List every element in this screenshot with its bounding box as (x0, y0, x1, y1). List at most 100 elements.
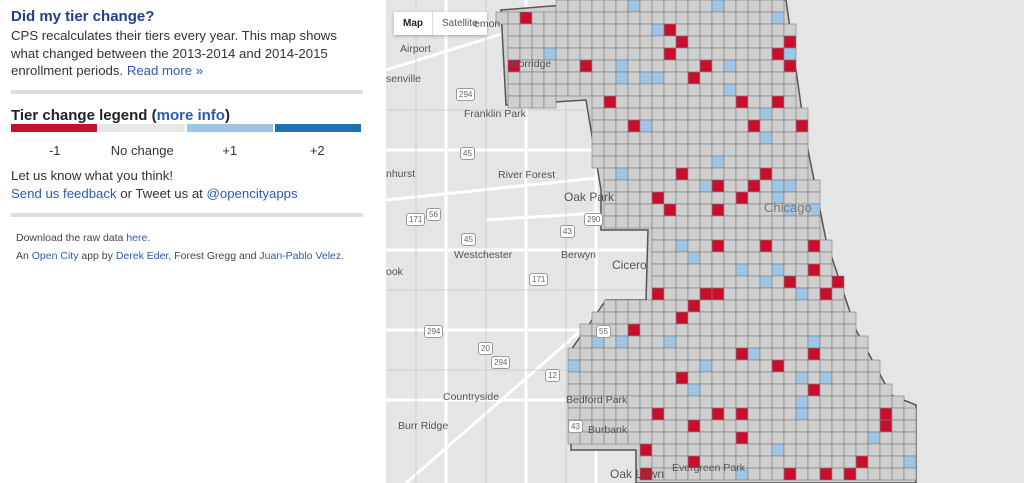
census-tract[interactable] (771, 131, 785, 145)
census-tract[interactable] (555, 71, 569, 85)
census-tract[interactable] (771, 371, 785, 385)
census-tract[interactable] (759, 11, 773, 25)
census-tract[interactable] (783, 275, 797, 289)
census-tract[interactable] (771, 227, 785, 241)
census-tract[interactable] (747, 71, 761, 85)
census-tract[interactable] (795, 431, 809, 445)
census-tract[interactable] (675, 167, 689, 181)
census-tract[interactable] (723, 95, 737, 109)
census-tract[interactable] (615, 299, 629, 313)
census-tract[interactable] (759, 431, 773, 445)
census-tract[interactable] (723, 407, 737, 421)
census-tract[interactable] (699, 119, 713, 133)
census-tract[interactable] (651, 227, 665, 241)
census-tract[interactable] (735, 407, 749, 421)
census-tract[interactable] (711, 347, 725, 361)
census-tract[interactable] (675, 371, 689, 385)
census-tract[interactable] (555, 47, 569, 61)
census-tract[interactable] (699, 239, 713, 253)
census-tract[interactable] (819, 311, 833, 325)
census-tract[interactable] (651, 131, 665, 145)
census-tract[interactable] (807, 407, 821, 421)
census-tract[interactable] (759, 395, 773, 409)
census-tract[interactable] (627, 347, 641, 361)
census-tract[interactable] (771, 179, 785, 193)
census-tract[interactable] (771, 263, 785, 277)
census-tract[interactable] (675, 191, 689, 205)
census-tract[interactable] (867, 419, 881, 433)
census-tract[interactable] (651, 347, 665, 361)
census-tract[interactable] (771, 347, 785, 361)
census-tract[interactable] (783, 455, 797, 469)
census-tract[interactable] (591, 35, 605, 49)
census-tract[interactable] (759, 143, 773, 157)
census-tract[interactable] (627, 143, 641, 157)
census-tract[interactable] (759, 443, 773, 457)
census-tract[interactable] (759, 311, 773, 325)
census-tract[interactable] (663, 59, 677, 73)
census-tract[interactable] (699, 275, 713, 289)
census-tract[interactable] (663, 443, 677, 457)
census-tract[interactable] (783, 95, 797, 109)
census-tract[interactable] (747, 395, 761, 409)
census-tract[interactable] (687, 191, 701, 205)
census-tract[interactable] (675, 419, 689, 433)
census-tract[interactable] (543, 95, 557, 109)
census-tract[interactable] (807, 419, 821, 433)
census-tract[interactable] (795, 131, 809, 145)
census-tract[interactable] (675, 215, 689, 229)
census-tract[interactable] (603, 203, 617, 217)
census-tract[interactable] (699, 371, 713, 385)
census-tract[interactable] (603, 47, 617, 61)
census-tract[interactable] (783, 431, 797, 445)
census-tract[interactable] (819, 455, 833, 469)
census-tract[interactable] (783, 23, 797, 37)
census-tract[interactable] (639, 443, 653, 457)
census-tract[interactable] (651, 287, 665, 301)
census-tract[interactable] (687, 287, 701, 301)
census-tract[interactable] (735, 323, 749, 337)
census-tract[interactable] (591, 119, 605, 133)
census-tract[interactable] (603, 11, 617, 25)
census-tract[interactable] (747, 0, 761, 13)
census-tract[interactable] (639, 431, 653, 445)
census-tract[interactable] (639, 191, 653, 205)
census-tract[interactable] (879, 443, 893, 457)
census-tract[interactable] (747, 431, 761, 445)
census-tract[interactable] (879, 467, 893, 481)
census-tract[interactable] (723, 179, 737, 193)
census-tract[interactable] (603, 359, 617, 373)
census-tract[interactable] (711, 119, 725, 133)
census-tract[interactable] (663, 311, 677, 325)
census-tract[interactable] (663, 167, 677, 181)
census-tract[interactable] (795, 335, 809, 349)
census-tract[interactable] (843, 431, 857, 445)
census-tract[interactable] (699, 335, 713, 349)
census-tract[interactable] (711, 143, 725, 157)
census-tract[interactable] (747, 215, 761, 229)
census-tract[interactable] (663, 203, 677, 217)
census-tract[interactable] (531, 35, 545, 49)
census-tract[interactable] (675, 311, 689, 325)
census-tract[interactable] (747, 359, 761, 373)
census-tract[interactable] (687, 107, 701, 121)
census-tract[interactable] (759, 347, 773, 361)
census-tract[interactable] (663, 83, 677, 97)
census-tract[interactable] (639, 407, 653, 421)
census-tract[interactable] (699, 0, 713, 13)
census-tract[interactable] (795, 347, 809, 361)
census-tract[interactable] (675, 251, 689, 265)
census-tract[interactable] (699, 311, 713, 325)
census-tract[interactable] (783, 323, 797, 337)
census-tract[interactable] (711, 131, 725, 145)
census-tract[interactable] (711, 263, 725, 277)
census-tract[interactable] (663, 215, 677, 229)
census-tract[interactable] (615, 83, 629, 97)
census-tract[interactable] (783, 179, 797, 193)
census-tract[interactable] (615, 47, 629, 61)
census-tract[interactable] (531, 23, 545, 37)
census-tract[interactable] (723, 167, 737, 181)
read-more-link[interactable]: Read more » (127, 63, 203, 78)
census-tract[interactable] (879, 431, 893, 445)
census-tract[interactable] (711, 83, 725, 97)
